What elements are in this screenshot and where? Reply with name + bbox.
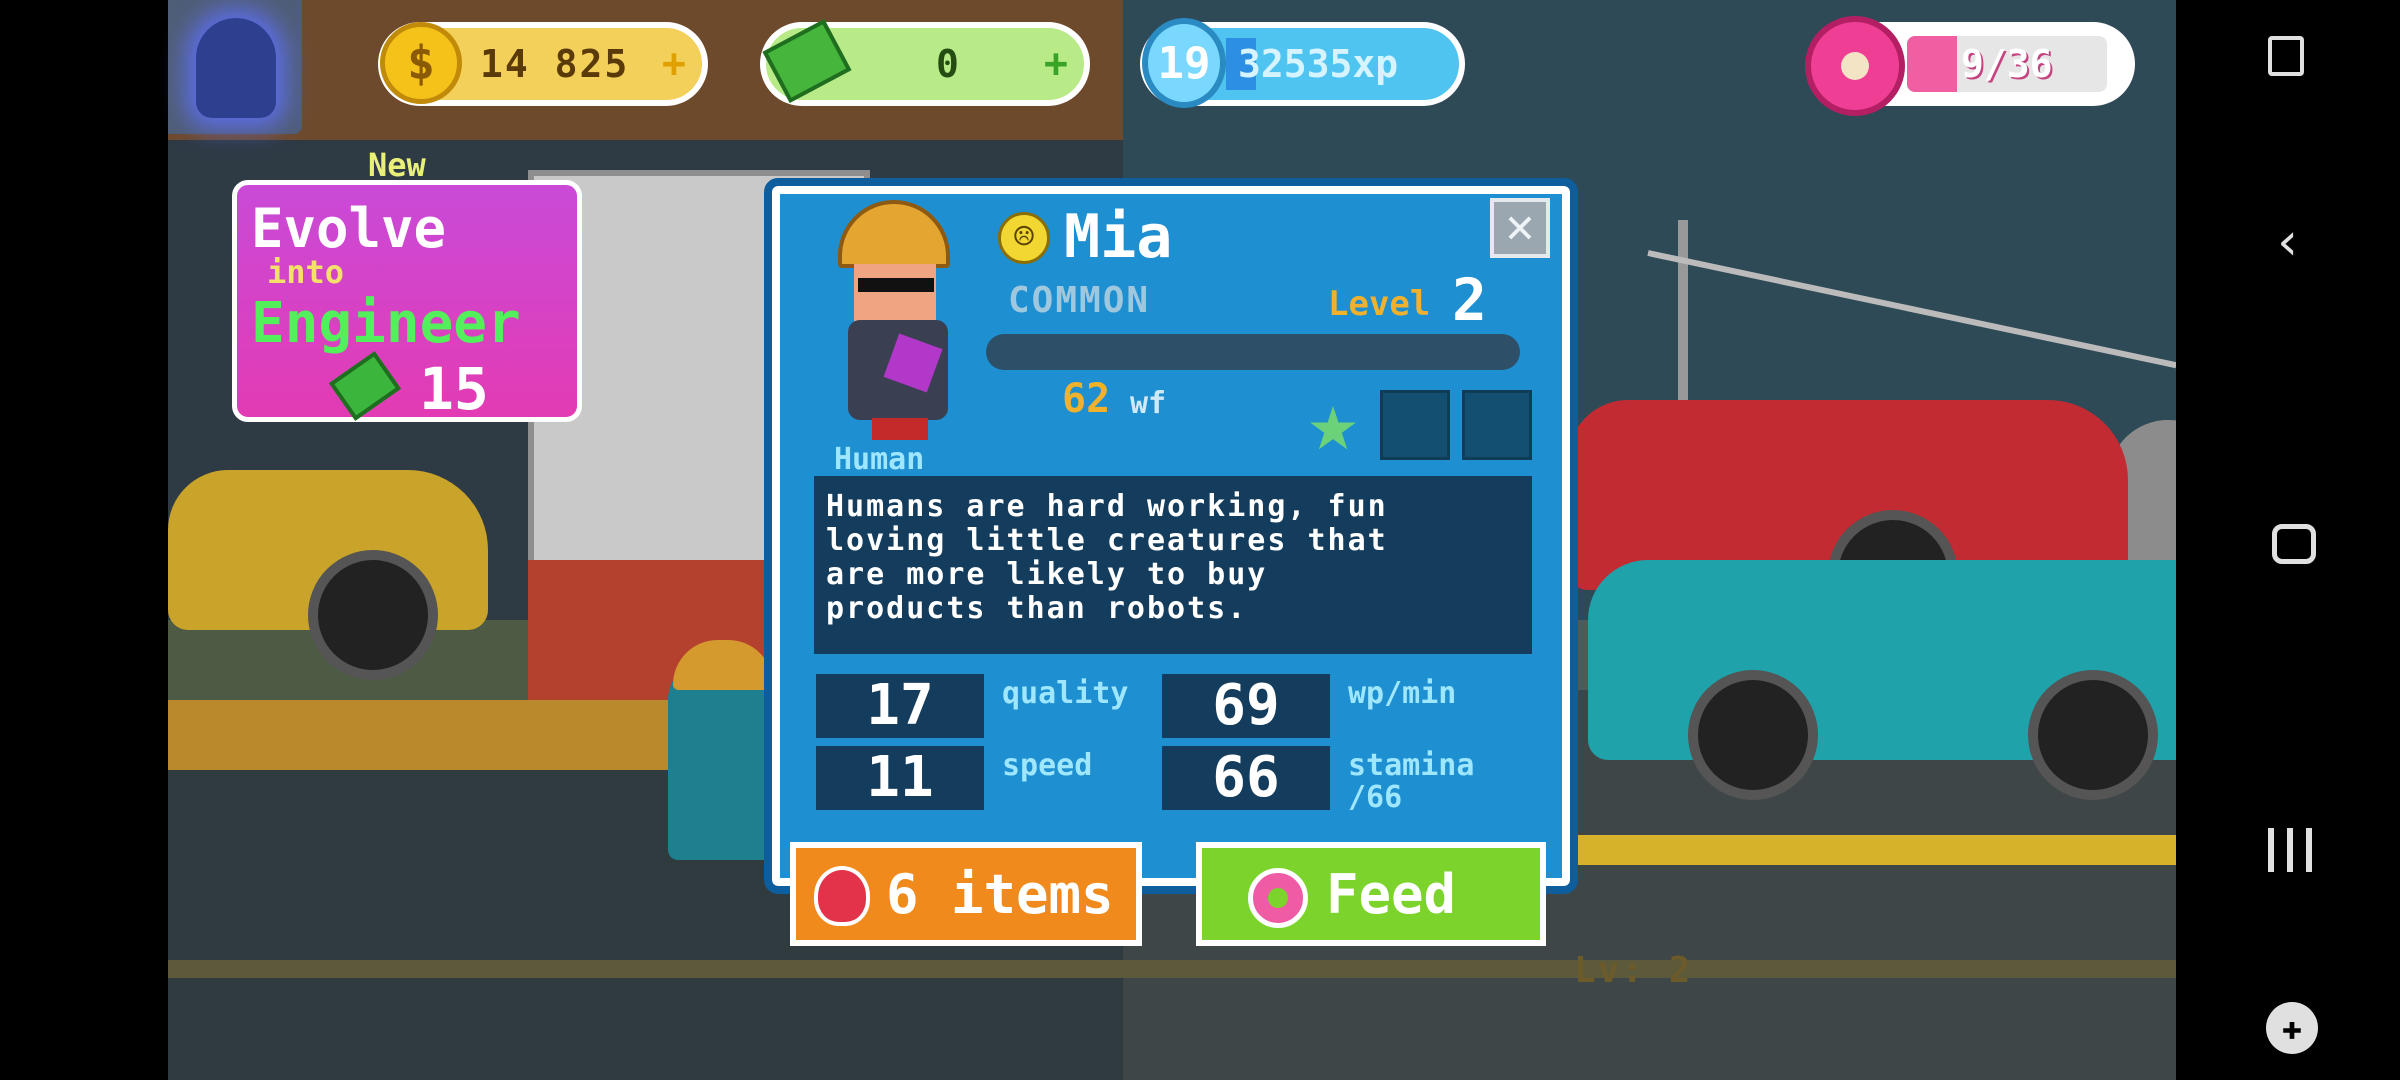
star-empty-slot xyxy=(1462,390,1532,460)
coins-counter[interactable]: $ 14 825 + xyxy=(378,22,708,106)
player-level-badge: 19 xyxy=(1142,18,1226,108)
donut-counter[interactable]: 9/36 xyxy=(1805,16,2135,116)
evolve-cost: 15 xyxy=(419,355,489,423)
speed-label: speed xyxy=(1002,748,1093,783)
evolve-into: into xyxy=(267,253,345,291)
cash-bill-icon xyxy=(328,351,402,421)
character-dialog: Human ☹ Mia ✕ COMMON Level 2 62 wf ★ Hum… xyxy=(764,178,1578,894)
wheel xyxy=(2028,670,2158,800)
quality-label: quality xyxy=(1002,676,1129,711)
donut-value: 9/36 xyxy=(1961,42,2053,86)
screenshot-icon xyxy=(2268,36,2304,76)
star-empty-slot xyxy=(1380,390,1450,460)
wf-value: 62 xyxy=(1062,376,1111,422)
star-filled-icon: ★ xyxy=(1307,372,1359,470)
hard-hat-icon xyxy=(838,200,950,268)
wp-per-min-value: 69 xyxy=(1162,674,1330,738)
evolve-title: Evolve xyxy=(251,197,447,260)
home-button[interactable] xyxy=(2256,510,2320,574)
wf-unit: wf xyxy=(1130,386,1167,421)
character-name: Mia xyxy=(1064,202,1173,272)
character-face xyxy=(854,264,936,322)
feed-button-label: Feed xyxy=(1326,862,1457,926)
evolve-target: Engineer xyxy=(251,291,521,356)
yellow-bench xyxy=(1518,835,2176,865)
items-button[interactable]: 6 items xyxy=(790,842,1142,946)
cash-value: 0 xyxy=(936,42,959,86)
wheel xyxy=(1688,670,1818,800)
new-label: New xyxy=(368,146,426,184)
player-avatar-slot[interactable] xyxy=(168,0,302,134)
coins-value: 14 825 xyxy=(480,42,630,86)
donut-progress-fill xyxy=(1907,36,1957,92)
character-portrait xyxy=(838,200,958,440)
level-label: Level xyxy=(1328,284,1431,324)
xp-value: 32535xp xyxy=(1238,42,1399,86)
yellow-car xyxy=(168,470,488,680)
rarity-label: COMMON xyxy=(1008,280,1151,321)
feed-button[interactable]: Feed xyxy=(1196,842,1546,946)
gamepad-icon: ✚ xyxy=(2266,1002,2318,1054)
level-value: 2 xyxy=(1452,266,1487,334)
worker-sprite[interactable] xyxy=(668,640,778,860)
floor-line xyxy=(168,960,2176,978)
system-nav-bar: ‹ ✚ xyxy=(2176,0,2400,1080)
character-legs xyxy=(872,418,928,440)
wheel xyxy=(308,550,438,680)
character-silhouette-icon xyxy=(196,18,276,118)
home-square-icon xyxy=(2272,524,2316,564)
stamina-value: 66 xyxy=(1162,746,1330,810)
add-cash-button[interactable]: + xyxy=(1044,41,1068,87)
speed-value: 11 xyxy=(816,746,984,810)
potion-icon xyxy=(814,866,870,926)
sad-face-icon: ☹ xyxy=(998,212,1050,264)
recents-button[interactable] xyxy=(2256,816,2320,880)
game-tools-button[interactable]: ✚ xyxy=(2256,990,2320,1054)
evolve-card[interactable]: Evolve into Engineer 15 xyxy=(232,180,582,423)
dollar-coin-icon: $ xyxy=(380,22,462,104)
add-coins-button[interactable]: + xyxy=(662,41,686,87)
cash-bill-icon xyxy=(762,18,852,104)
character-description: Humans are hard working, fun loving litt… xyxy=(814,476,1532,654)
sunglasses xyxy=(858,278,934,292)
worker-level-hint: Lv: 2 xyxy=(1574,950,1693,991)
items-button-label: 6 items xyxy=(886,862,1114,926)
donut-icon xyxy=(1248,868,1308,928)
wp-per-min-label: wp/min xyxy=(1348,676,1457,711)
stamina-label: stamina /66 xyxy=(1348,748,1475,815)
back-button[interactable]: ‹ xyxy=(2256,210,2320,274)
species-label: Human xyxy=(834,442,925,477)
character-xp-bar xyxy=(986,334,1520,370)
close-button[interactable]: ✕ xyxy=(1490,198,1550,258)
xp-counter[interactable]: 19 32535xp xyxy=(1140,18,1465,108)
back-chevron-icon: ‹ xyxy=(2272,212,2304,272)
recents-icon xyxy=(2268,828,2312,872)
cash-counter[interactable]: 0 + xyxy=(760,18,1090,106)
donut-icon xyxy=(1805,16,1905,116)
teal-car xyxy=(1588,560,2176,800)
quality-value: 17 xyxy=(816,674,984,738)
screenshot-edit-button[interactable] xyxy=(2256,26,2320,90)
